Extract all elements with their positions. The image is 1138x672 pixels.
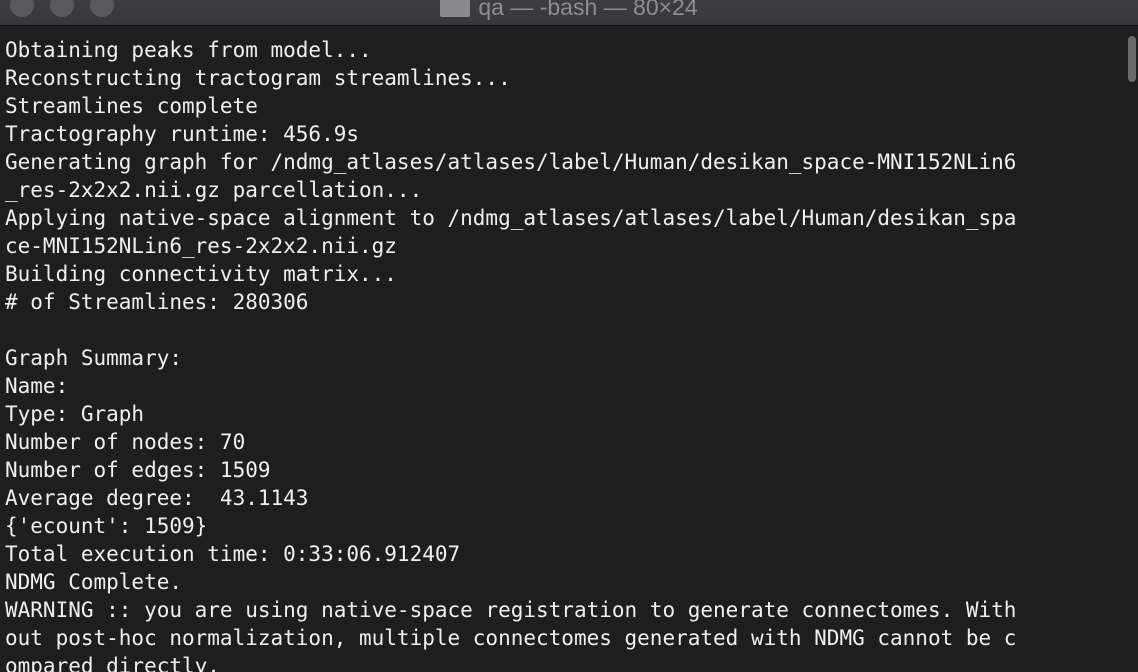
terminal-window: qa — -bash — 80×24 Obtaining peaks from … (0, 0, 1138, 672)
terminal-line: Obtaining peaks from model... (5, 38, 372, 62)
terminal-line: Number of nodes: 70 (5, 430, 246, 454)
terminal-line: {'ecount': 1509} (5, 514, 208, 538)
terminal-line: Generating graph for /ndmg_atlases/atlas… (5, 150, 1017, 174)
terminal-line: Average degree: 43.1143 (5, 486, 309, 510)
scrollbar-thumb[interactable] (1128, 36, 1136, 82)
terminal-line: Number of edges: 1509 (5, 458, 271, 482)
terminal-line: ce-MNI152NLin6_res-2x2x2.nii.gz (5, 234, 397, 258)
terminal-line: ompared directly. (5, 654, 220, 672)
terminal-line: NDMG Complete. (5, 570, 183, 594)
terminal-line: _res-2x2x2.nii.gz parcellation... (5, 178, 423, 202)
terminal-line: Applying native-space alignment to /ndmg… (5, 206, 1017, 230)
terminal-line: Streamlines complete (5, 94, 258, 118)
terminal-line: Graph Summary: (5, 346, 183, 370)
terminal-line: Name: (5, 374, 69, 398)
terminal-line: Tractography runtime: 456.9s (5, 122, 360, 146)
terminal-line: Total execution time: 0:33:06.912407 (5, 542, 461, 566)
terminal-line: # of Streamlines: 280306 (5, 290, 309, 314)
terminal-line: Reconstructing tractogram streamlines... (5, 66, 511, 90)
terminal-output[interactable]: Obtaining peaks from model... Reconstruc… (5, 36, 1120, 672)
terminal-line: Type: Graph (5, 402, 145, 426)
window-title: qa — -bash — 80×24 (478, 0, 698, 20)
title-bar[interactable]: qa — -bash — 80×24 (0, 0, 1138, 26)
terminal-line: out post-hoc normalization, multiple con… (5, 626, 1017, 650)
folder-icon (440, 0, 471, 17)
terminal-line: Building connectivity matrix... (5, 262, 397, 286)
terminal-line: WARNING :: you are using native-space re… (5, 598, 1017, 622)
window-title-container: qa — -bash — 80×24 (0, 0, 1138, 21)
